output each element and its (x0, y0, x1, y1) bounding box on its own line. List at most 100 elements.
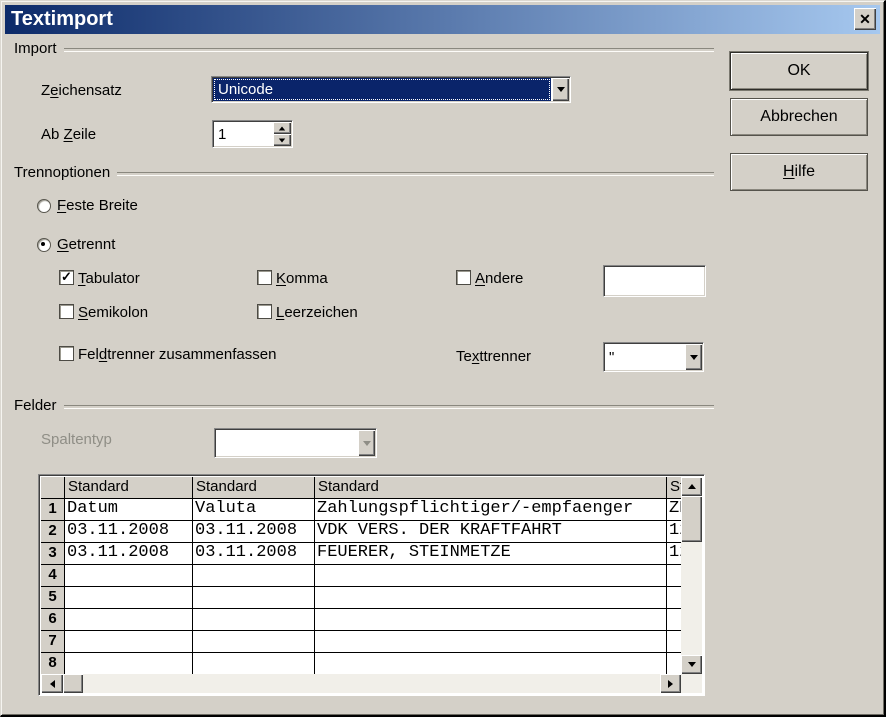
from-row-value[interactable]: 1 (213, 121, 272, 147)
horizontal-scrollbar-thumb[interactable] (63, 674, 83, 693)
checkbox-space[interactable] (257, 304, 272, 319)
text-delimiter-label: Texttrenner (456, 349, 531, 365)
separated-label[interactable]: Getrennt (57, 237, 115, 253)
checkbox-semicolon[interactable] (59, 304, 74, 319)
scroll-left-button[interactable] (41, 674, 63, 693)
charset-value[interactable]: Unicode (213, 78, 551, 101)
scroll-right-button[interactable] (660, 674, 681, 693)
row-number-cell[interactable]: 4 (41, 565, 65, 586)
ok-button[interactable]: OK (730, 52, 868, 90)
text-delimiter-value[interactable]: " (604, 343, 684, 371)
preview-header-cell[interactable]: Standard (315, 477, 667, 498)
titlebar[interactable]: Textimport ✕ (5, 5, 880, 34)
preview-cell[interactable] (667, 587, 681, 608)
scroll-up-button[interactable] (681, 477, 702, 496)
from-row-label: Ab Zeile (41, 127, 96, 143)
preview-cell[interactable]: Valuta (193, 499, 315, 520)
preview-row: 303.11.200803.11.2008FEUERER, STEINMETZE… (41, 543, 681, 565)
row-number-cell[interactable]: 2 (41, 521, 65, 542)
tab-label[interactable]: Tabulator (78, 271, 140, 287)
preview-cell[interactable] (193, 587, 315, 608)
group-import-label: Import (14, 40, 57, 57)
group-separator-options: Trennoptionen (14, 164, 714, 181)
cancel-button[interactable]: Abbrechen (730, 98, 868, 136)
other-label[interactable]: Andere (475, 271, 523, 287)
preview-cell[interactable] (667, 609, 681, 630)
preview-cell[interactable] (315, 587, 667, 608)
preview-cell[interactable] (667, 653, 681, 674)
preview-cell[interactable] (193, 631, 315, 652)
preview-cell[interactable]: ZP (667, 499, 681, 520)
preview-cell[interactable]: VDK VERS. DER KRAFTFAHRT (315, 521, 667, 542)
preview-header-cell[interactable]: Standard (193, 477, 315, 498)
text-delimiter-dropdown-button[interactable] (685, 344, 702, 370)
charset-combobox[interactable]: Unicode (211, 76, 571, 103)
checkbox-merge-delimiters[interactable] (59, 346, 74, 361)
preview-cell[interactable] (65, 653, 193, 674)
row-number-cell[interactable]: 3 (41, 543, 65, 564)
from-row-spinner[interactable]: 1 (212, 120, 293, 148)
preview-cell[interactable]: Datum (65, 499, 193, 520)
column-type-combobox (214, 428, 377, 458)
scroll-down-button[interactable] (681, 655, 702, 674)
close-button[interactable]: ✕ (854, 8, 876, 30)
preview-cell[interactable]: Zahlungspflichtiger/-empfaenger (315, 499, 667, 520)
preview-row: 1DatumValutaZahlungspflichtiger/-empfaen… (41, 499, 681, 521)
help-button[interactable]: Hilfe (730, 153, 868, 191)
preview-cell[interactable] (193, 609, 315, 630)
row-number-cell[interactable]: 1 (41, 499, 65, 520)
spin-down-button[interactable] (273, 134, 291, 146)
semicolon-label[interactable]: Semikolon (78, 305, 148, 321)
checkbox-other[interactable] (456, 270, 471, 285)
preview-cell[interactable] (65, 631, 193, 652)
preview-header-cell[interactable]: Standard (65, 477, 193, 498)
group-fields-line (64, 405, 714, 409)
preview-cell[interactable]: 12 (667, 521, 681, 542)
row-number-cell[interactable]: 5 (41, 587, 65, 608)
preview-cell[interactable] (667, 631, 681, 652)
chevron-down-icon (690, 355, 698, 360)
other-separator-input[interactable] (603, 265, 706, 297)
preview-cell[interactable] (315, 631, 667, 652)
checkbox-tab[interactable] (59, 270, 74, 285)
preview-cell[interactable]: 03.11.2008 (65, 543, 193, 564)
horizontal-scrollbar[interactable] (41, 674, 681, 693)
column-type-label: Spaltentyp (41, 432, 112, 448)
column-type-value (215, 429, 357, 457)
preview-cell[interactable] (65, 565, 193, 586)
preview-header-cell[interactable]: Standard (667, 477, 681, 498)
merge-delimiters-label[interactable]: Feldtrenner zusammenfassen (78, 347, 276, 363)
vertical-scrollbar-thumb[interactable] (681, 496, 702, 542)
radio-fixed-width[interactable] (37, 199, 51, 213)
preview-cell[interactable] (667, 565, 681, 586)
group-import-line (64, 48, 714, 52)
preview-cell[interactable]: 12 (667, 543, 681, 564)
checkbox-comma[interactable] (257, 270, 272, 285)
preview-cell[interactable]: FEUERER, STEINMETZE (315, 543, 667, 564)
row-number-cell[interactable]: 7 (41, 631, 65, 652)
fixed-width-label[interactable]: Feste Breite (57, 198, 138, 214)
preview-row: 203.11.200803.11.2008VDK VERS. DER KRAFT… (41, 521, 681, 543)
preview-cell[interactable] (65, 609, 193, 630)
preview-cell[interactable] (315, 653, 667, 674)
arrow-right-icon (668, 680, 673, 688)
preview-cell[interactable] (315, 609, 667, 630)
preview-cell[interactable]: 03.11.2008 (193, 521, 315, 542)
charset-dropdown-button[interactable] (552, 78, 569, 101)
preview-cell[interactable]: 03.11.2008 (193, 543, 315, 564)
space-label[interactable]: Leerzeichen (276, 305, 358, 321)
preview-cell[interactable] (65, 587, 193, 608)
row-number-cell[interactable]: 6 (41, 609, 65, 630)
group-fields: Felder (14, 397, 714, 414)
preview-cell[interactable] (193, 653, 315, 674)
preview-cell[interactable]: 03.11.2008 (65, 521, 193, 542)
comma-label[interactable]: Komma (276, 271, 328, 287)
vertical-scrollbar[interactable] (681, 477, 702, 674)
preview-row: 6 (41, 609, 681, 631)
radio-separated[interactable] (37, 238, 51, 252)
text-delimiter-combobox[interactable]: " (603, 342, 704, 372)
preview-cell[interactable] (315, 565, 667, 586)
spin-up-button[interactable] (273, 122, 291, 134)
row-number-cell[interactable]: 8 (41, 653, 65, 674)
preview-cell[interactable] (193, 565, 315, 586)
